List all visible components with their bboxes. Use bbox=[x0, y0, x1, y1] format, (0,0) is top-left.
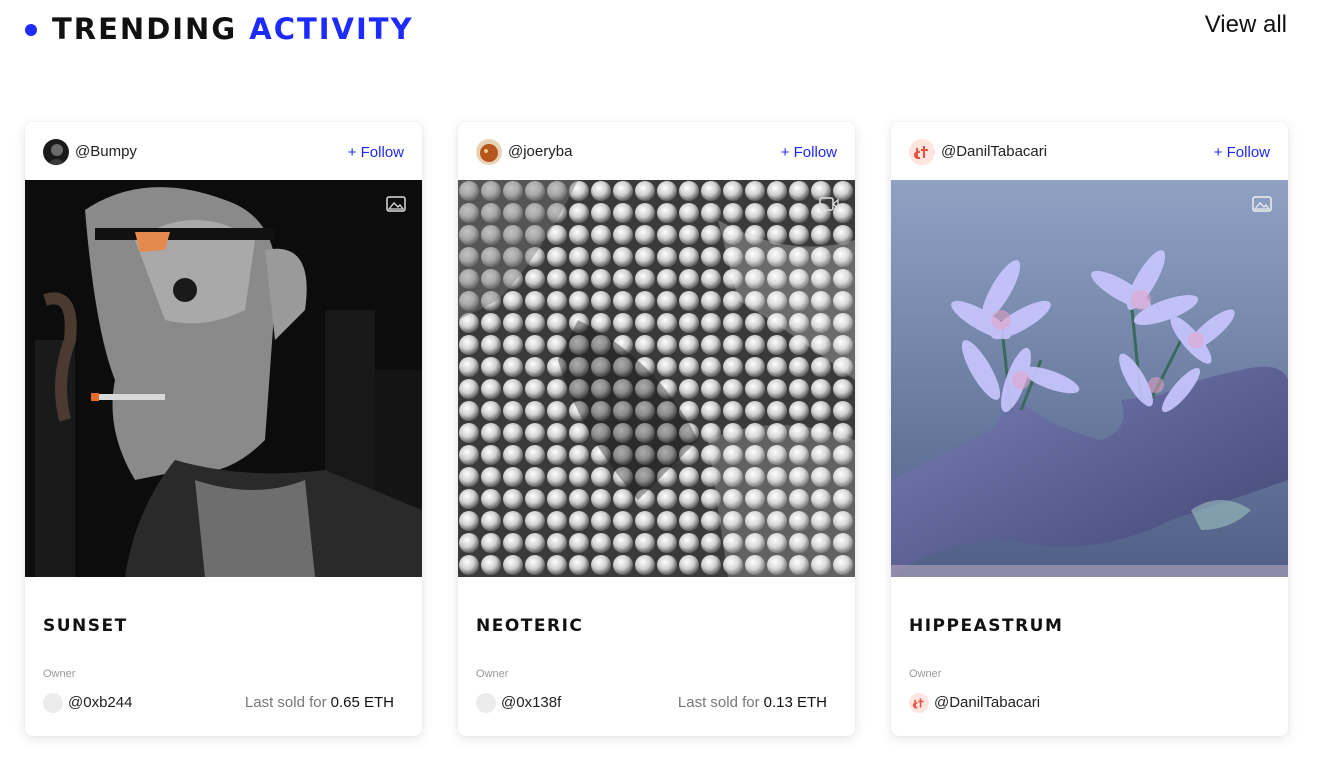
artwork-hippeastrum-image bbox=[891, 180, 1288, 577]
last-sold-price: 0.65 ETH bbox=[330, 694, 394, 711]
owner-label: Owner bbox=[43, 668, 76, 680]
follow-button[interactable]: + Follow bbox=[1214, 144, 1270, 162]
nft-artwork[interactable] bbox=[891, 180, 1288, 577]
nft-card[interactable]: @Bumpy + Follow SUNSET Owner @0xb244 Las… bbox=[25, 122, 422, 736]
bullet-dot-icon bbox=[25, 24, 37, 36]
nft-artwork[interactable] bbox=[25, 180, 422, 577]
owner-avatar[interactable] bbox=[476, 693, 496, 713]
owner-avatar[interactable] bbox=[43, 693, 63, 713]
owner-name[interactable]: @DanilTabacari bbox=[934, 694, 1040, 712]
card-header: @joeryba + Follow bbox=[458, 122, 855, 180]
card-header: @DanilTabacari + Follow bbox=[891, 122, 1288, 180]
creator-name[interactable]: @DanilTabacari bbox=[941, 143, 1047, 161]
nft-title[interactable]: HIPPEASTRUM bbox=[909, 616, 1063, 636]
last-sold-label: Last sold for bbox=[244, 694, 327, 711]
title-main: TRENDING bbox=[52, 12, 238, 46]
card-header: @Bumpy + Follow bbox=[25, 122, 422, 180]
artwork-sunset-image bbox=[25, 180, 422, 577]
image-icon bbox=[1252, 196, 1272, 212]
nft-card[interactable]: @joeryba + Follow NEOTERIC Owner @0x138f… bbox=[458, 122, 855, 736]
creator-avatar[interactable] bbox=[43, 139, 69, 165]
nft-title[interactable]: SUNSET bbox=[43, 616, 128, 636]
owner-label: Owner bbox=[476, 668, 509, 680]
view-all-link[interactable]: View all bbox=[1205, 10, 1287, 40]
last-sold-price: 0.13 ETH bbox=[763, 694, 827, 711]
owner-label: Owner bbox=[909, 668, 942, 680]
video-icon bbox=[819, 197, 839, 211]
image-icon bbox=[386, 196, 406, 212]
nft-artwork[interactable] bbox=[458, 180, 855, 577]
creator-avatar[interactable] bbox=[476, 139, 502, 165]
creator-name[interactable]: @joeryba bbox=[508, 143, 572, 161]
trending-cards: @Bumpy + Follow SUNSET Owner @0xb244 Las… bbox=[25, 122, 1288, 736]
title-accent: ACTIVITY bbox=[249, 12, 414, 46]
last-sold-label: Last sold for bbox=[677, 694, 760, 711]
creator-name[interactable]: @Bumpy bbox=[75, 143, 137, 161]
follow-button[interactable]: + Follow bbox=[348, 144, 404, 162]
follow-button[interactable]: + Follow bbox=[781, 144, 837, 162]
last-sold: Last sold for 0.65 ETH bbox=[245, 694, 394, 712]
owner-avatar[interactable] bbox=[909, 693, 929, 713]
owner-name[interactable]: @0xb244 bbox=[68, 694, 132, 712]
section-title: TRENDING ACTIVITY bbox=[52, 12, 414, 46]
nft-title[interactable]: NEOTERIC bbox=[476, 616, 583, 636]
last-sold: Last sold for 0.13 ETH bbox=[678, 694, 827, 712]
artwork-neoteric-image bbox=[458, 180, 855, 577]
nft-card[interactable]: @DanilTabacari + Follow HIPPEASTRUM Owne… bbox=[891, 122, 1288, 736]
creator-avatar[interactable] bbox=[909, 139, 935, 165]
section-header: TRENDING ACTIVITY View all bbox=[0, 0, 1327, 60]
owner-name[interactable]: @0x138f bbox=[501, 694, 561, 712]
